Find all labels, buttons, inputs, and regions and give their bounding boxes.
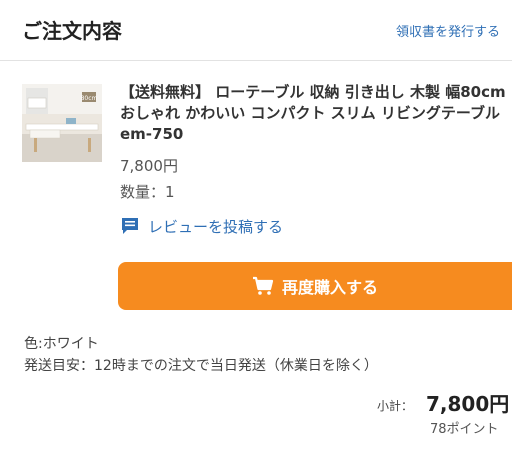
review-label: レビューを投稿する [148, 217, 284, 236]
thumbnail-size-badge: 80cm [81, 95, 98, 102]
cart-icon [252, 276, 274, 295]
page-title: ご注文内容 [22, 19, 122, 43]
subtotal-label: 小計： [377, 399, 414, 413]
product-quantity: 数量：1 [120, 183, 175, 201]
issue-receipt-link[interactable]: 領収書を発行する [396, 21, 500, 40]
product-price: 7,800円 [120, 157, 178, 175]
rebuy-label: 再度購入する [281, 278, 378, 297]
order-header: ご注文内容 領収書を発行する [0, 0, 512, 60]
subtotal-value: 7,800円 [426, 392, 510, 416]
product-name-link[interactable]: 【送料無料】 ローテーブル 収納 引き出し 木製 幅80cm おしゃれ かわいい… [120, 82, 508, 145]
header-divider [0, 60, 512, 61]
product-color: 色:ホワイト [24, 336, 99, 352]
write-review-link[interactable]: レビューを投稿する [120, 216, 283, 236]
points-earned: 78ポイント [430, 422, 499, 437]
rebuy-button[interactable]: 再度購入する [118, 262, 512, 310]
shipping-estimate: 発送目安：12時までの注文で当日発送（休業日を除く） [24, 358, 378, 374]
product-thumbnail[interactable]: 80cm [22, 84, 102, 162]
review-icon [122, 218, 138, 234]
product-image: 80cm [22, 84, 102, 162]
